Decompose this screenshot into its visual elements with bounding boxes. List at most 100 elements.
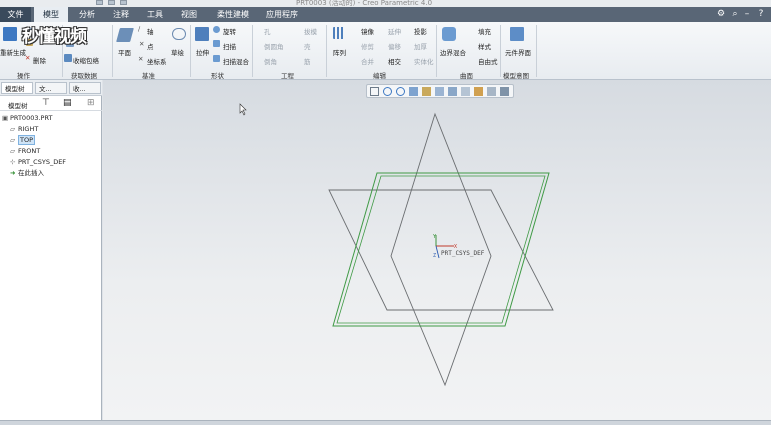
group-datum-label[interactable]: 基准 — [142, 70, 155, 80]
shell-button[interactable]: 壳 — [304, 41, 311, 51]
extrude-button[interactable]: 拉伸 — [196, 47, 209, 57]
component-interface-button[interactable]: 元件界面 — [505, 47, 531, 57]
point-button[interactable]: 点 — [147, 41, 154, 51]
tab-favorites[interactable]: 收... — [69, 82, 101, 94]
regenerate-icon[interactable] — [3, 27, 17, 41]
datum-planes-view[interactable]: X Y Z PRT_CSYS_DEF — [103, 80, 771, 420]
extend-button[interactable]: 延伸 — [388, 26, 401, 36]
tab-analysis[interactable]: 分析 — [72, 7, 102, 22]
sweep-button[interactable]: 扫描 — [223, 41, 236, 51]
zoom-in-icon[interactable] — [383, 87, 392, 96]
group-shapes-label[interactable]: 形状 — [211, 70, 224, 80]
tab-view[interactable]: 视图 — [174, 7, 204, 22]
tab-model-tree[interactable]: 模型树 — [1, 82, 33, 94]
swept-blend-icon[interactable] — [213, 55, 220, 62]
datum-display-filter-icon[interactable] — [474, 87, 483, 96]
plane-icon[interactable] — [116, 28, 134, 42]
group-get-data-label[interactable]: 获取数据 — [71, 70, 97, 80]
tree-item-right[interactable]: ▱ RIGHT — [10, 124, 38, 134]
chamfer-button[interactable]: 倒角 — [264, 56, 277, 66]
quick-access-open-icon[interactable] — [108, 0, 115, 5]
tab-tools[interactable]: 工具 — [140, 7, 170, 22]
view-manager-icon[interactable] — [448, 87, 457, 96]
filter-icon[interactable]: ⊞ — [87, 98, 95, 108]
group-model-intent-label[interactable]: 模型意图 — [503, 70, 529, 80]
axis-button[interactable]: 轴 — [147, 26, 154, 36]
freestyle-button[interactable]: 自由式 — [478, 56, 498, 66]
spin-center-icon[interactable] — [487, 87, 496, 96]
ribbon: 重新生成 ✕ 删除 操作 收缩包络 获取数据 平面 ∕ 轴 ✕ 点 ✕ 坐标系 … — [0, 22, 771, 80]
tree-item-front[interactable]: ▱ FRONT — [10, 146, 40, 156]
tree-item-insert-here[interactable]: ➜ 在此插入 — [10, 168, 44, 178]
show-icon[interactable]: ⊤ — [42, 98, 50, 108]
mouse-cursor — [239, 103, 247, 116]
sketch-button[interactable]: 草绘 — [171, 47, 184, 57]
fill-button[interactable]: 填充 — [478, 26, 491, 36]
pattern-icon[interactable] — [333, 27, 345, 39]
question-icon[interactable]: ? — [756, 9, 766, 19]
point-icon[interactable]: ✕ — [139, 40, 144, 48]
group-operations-label[interactable]: 操作 — [17, 70, 30, 80]
annotation-display-icon[interactable] — [500, 87, 509, 96]
swept-blend-button[interactable]: 扫描混合 — [223, 56, 249, 66]
model-tree-panel: 模型树 文... 收... 模型树 ⊤ ▤ ⊞ ▣ PRT0003.PRT ▱ RI… — [0, 80, 102, 420]
settings-icon[interactable]: ▤ — [63, 98, 72, 108]
round-button[interactable]: 倒圆角 — [264, 41, 284, 51]
solidify-button[interactable]: 实体化 — [414, 56, 434, 66]
group-editing-label[interactable]: 编辑 — [373, 70, 386, 80]
modify-button[interactable]: 修剪 — [361, 41, 374, 51]
search-icon[interactable]: ⌕ — [730, 9, 740, 19]
delete-icon[interactable]: ✕ — [25, 54, 30, 62]
perspective-icon[interactable] — [461, 87, 470, 96]
extrude-icon[interactable] — [195, 27, 209, 41]
boundary-blend-button[interactable]: 边界混合 — [440, 47, 466, 57]
model-tree-label[interactable]: 模型树 — [8, 100, 28, 110]
component-interface-icon[interactable] — [510, 27, 524, 41]
plane-button[interactable]: 平面 — [118, 47, 131, 57]
quick-access-save-icon[interactable] — [120, 0, 127, 5]
display-style-icon[interactable] — [422, 87, 431, 96]
tab-file[interactable]: 文件 — [0, 7, 31, 22]
mirror-button[interactable]: 镜像 — [361, 26, 374, 36]
tree-item-top[interactable]: ▱ TOP — [10, 135, 36, 145]
merge-button[interactable]: 合并 — [361, 56, 374, 66]
group-engineering-label[interactable]: 工程 — [281, 70, 294, 80]
repaint-icon[interactable] — [409, 87, 418, 96]
rib-button[interactable]: 筋 — [304, 56, 311, 66]
tab-model[interactable]: 模型 — [34, 7, 68, 22]
shrinkwrap-icon[interactable] — [64, 54, 72, 62]
help-icon[interactable]: ⚙ — [716, 9, 726, 19]
boundary-blend-icon[interactable] — [442, 27, 456, 41]
style-button[interactable]: 样式 — [478, 41, 491, 51]
offset-button[interactable]: 偏移 — [388, 41, 401, 51]
tree-item-csys[interactable]: ⊹ PRT_CSYS_DEF — [10, 157, 66, 167]
project-button[interactable]: 投影 — [414, 26, 427, 36]
thicken-button[interactable]: 加厚 — [414, 41, 427, 51]
revolve-icon[interactable] — [213, 26, 220, 33]
hole-button[interactable]: 孔 — [264, 26, 271, 36]
zoom-out-icon[interactable] — [396, 87, 405, 96]
pattern-button[interactable]: 阵列 — [333, 47, 346, 57]
saved-views-icon[interactable] — [435, 87, 444, 96]
tab-annotate[interactable]: 注释 — [106, 7, 136, 22]
tree-item-part[interactable]: ▣ PRT0003.PRT — [2, 113, 52, 123]
coordinate-system-button[interactable]: 坐标系 — [147, 56, 167, 66]
group-surfaces-label[interactable]: 曲面 — [460, 70, 473, 80]
regenerate-button[interactable]: 重新生成 — [0, 47, 26, 57]
sketch-icon[interactable] — [172, 28, 186, 40]
draft-button[interactable]: 拔模 — [304, 26, 317, 36]
delete-button[interactable]: 删除 — [33, 55, 46, 65]
minimize-icon[interactable]: – — [742, 9, 752, 19]
quick-access-new-icon[interactable] — [96, 0, 103, 5]
axis-icon[interactable]: ∕ — [138, 25, 140, 33]
sweep-icon[interactable] — [213, 40, 220, 47]
revolve-button[interactable]: 旋转 — [223, 26, 236, 36]
coordinate-system-icon[interactable]: ✕ — [138, 55, 143, 63]
tab-applications[interactable]: 应用程序 — [262, 7, 302, 22]
tab-flexible-modeling[interactable]: 柔性建模 — [212, 7, 254, 22]
shrinkwrap-button[interactable]: 收缩包络 — [73, 55, 99, 65]
refit-icon[interactable] — [370, 87, 379, 96]
graphics-area[interactable]: X Y Z PRT_CSYS_DEF — [103, 80, 771, 420]
intersect-button[interactable]: 相交 — [388, 56, 401, 66]
tab-folder-browser[interactable]: 文... — [35, 82, 67, 94]
